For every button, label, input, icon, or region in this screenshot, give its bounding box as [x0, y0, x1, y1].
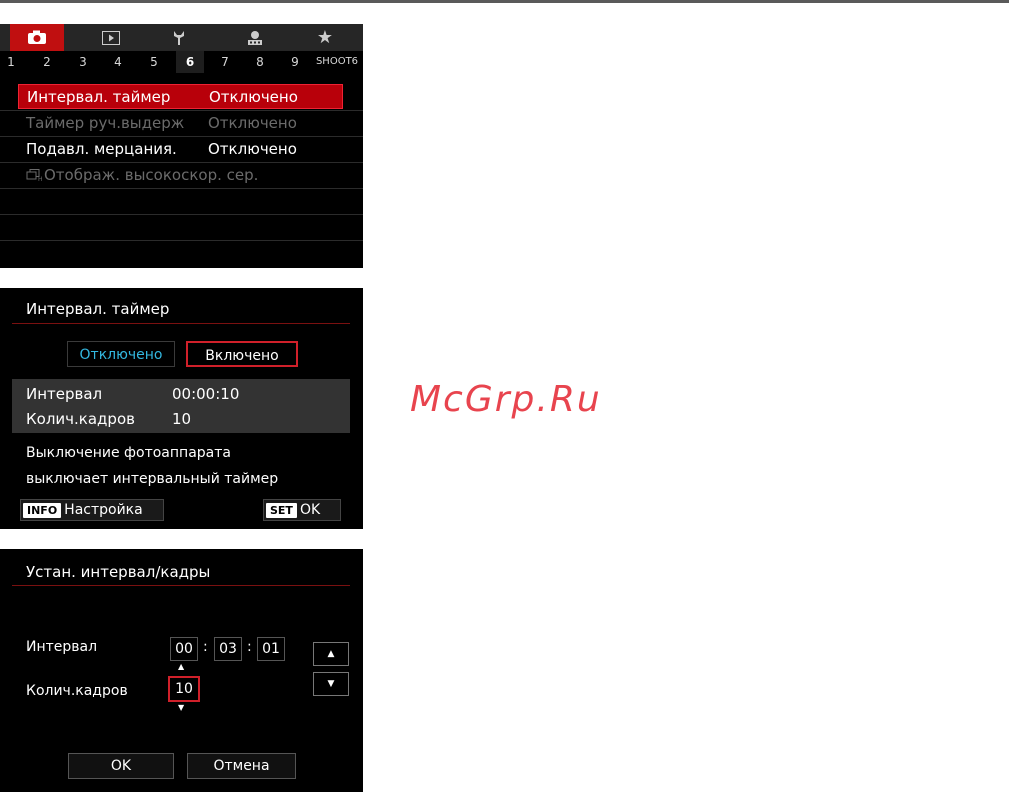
menu-item-bulb-timer[interactable]: Таймер руч.выдерж Отключено: [0, 110, 363, 136]
page-1[interactable]: 1: [4, 51, 18, 73]
title-divider: [12, 585, 350, 586]
menu-item-interval-timer[interactable]: Интервал. таймер Отключено: [18, 84, 343, 109]
menu-item-anti-flicker[interactable]: Подавл. мерцания. Отключено: [0, 136, 363, 162]
camera-icon: [28, 30, 46, 44]
menu-empty-row: [0, 240, 363, 266]
interval-timer-screen: Интервал. таймер Отключено Включено Инте…: [0, 288, 363, 529]
page-8[interactable]: 8: [253, 51, 267, 73]
tab-my-menu[interactable]: ★: [298, 24, 352, 51]
wrench-icon: [174, 30, 184, 45]
page-number-row: 1 2 3 4 5 6 7 8 9 SHOOT6: [0, 51, 363, 73]
frames-label: Колич.кадров: [26, 683, 128, 699]
interval-seconds-field[interactable]: 01: [257, 637, 285, 661]
set-interval-screen: Устан. интервал/кадры Интервал 00 : 03 :…: [0, 549, 363, 792]
interval-label: Интервал: [26, 639, 98, 655]
menu-item-label: Подавл. мерцания.: [26, 140, 177, 158]
svg-text:H: H: [38, 176, 43, 181]
menu-item-high-speed-display[interactable]: H Отображ. высокоскор. сер.: [0, 162, 363, 188]
info-button-label: Настройка: [64, 502, 143, 518]
set-ok-button[interactable]: SET OK: [263, 499, 341, 521]
interval-value: 00:00:10: [172, 385, 240, 403]
page-2[interactable]: 2: [40, 51, 54, 73]
arrow-up-icon: ▲: [327, 649, 335, 659]
arrow-down-icon: ▼: [327, 679, 335, 689]
page-5[interactable]: 5: [147, 51, 161, 73]
watermark-text: McGrp.Ru: [410, 379, 602, 420]
interval-hours-field[interactable]: 00: [170, 637, 198, 661]
custom-function-icon: [248, 30, 262, 45]
screen-title: Интервал. таймер: [26, 300, 170, 318]
menu-tab-bar: ★: [0, 24, 363, 51]
increment-button[interactable]: ▲: [313, 642, 349, 666]
frames-label: Колич.кадров: [26, 410, 135, 428]
frames-value: 10: [172, 410, 192, 428]
page-shoot6-label: SHOOT6: [315, 56, 359, 67]
page-3[interactable]: 3: [76, 51, 90, 73]
up-caret-icon: ▲: [178, 662, 185, 671]
title-divider: [12, 323, 350, 324]
time-separator: :: [247, 639, 252, 655]
tab-playback[interactable]: [84, 24, 138, 51]
menu-empty-row: [0, 188, 363, 214]
menu-item-value: Отключено: [208, 140, 297, 158]
menu-empty-row: [0, 214, 363, 240]
info-settings-button[interactable]: INFO Настройка: [20, 499, 164, 521]
page-9[interactable]: 9: [288, 51, 302, 73]
menu-item-value: Отключено: [209, 88, 298, 106]
tab-custom-functions[interactable]: [228, 24, 282, 51]
continuous-shooting-icon: H: [26, 169, 43, 183]
info-key-badge: INFO: [23, 502, 62, 518]
interval-minutes-field[interactable]: 03: [214, 637, 242, 661]
set-button-label: OK: [299, 502, 321, 518]
menu-item-label: Интервал. таймер: [27, 88, 171, 106]
page-7[interactable]: 7: [218, 51, 232, 73]
tab-setup[interactable]: [152, 24, 206, 51]
shooting-menu-screen: ★ 1 2 3 4 5 6 7 8 9 SHOOT6 Интервал. тай…: [0, 24, 363, 268]
menu-item-value: Отключено: [208, 114, 297, 132]
playback-icon: [102, 30, 120, 45]
set-key-badge: SET: [266, 502, 297, 518]
menu-item-label: Отображ. высокоскор. сер.: [44, 166, 259, 184]
option-enable-button[interactable]: Включено: [186, 341, 298, 367]
menu-item-label: Таймер руч.выдерж: [26, 114, 185, 132]
page-4[interactable]: 4: [111, 51, 125, 73]
tab-shooting[interactable]: [10, 24, 64, 51]
interval-label: Интервал: [26, 385, 103, 403]
down-caret-icon: ▼: [178, 703, 185, 712]
interval-settings-box: Интервал 00:00:10 Колич.кадров 10: [12, 379, 350, 433]
note-line-1: Выключение фотоаппарата: [26, 445, 231, 461]
frames-count-field[interactable]: 10: [168, 676, 200, 702]
star-icon: ★: [316, 27, 334, 48]
ok-button[interactable]: OK: [68, 753, 174, 779]
screen-title: Устан. интервал/кадры: [26, 563, 211, 581]
time-separator: :: [203, 639, 208, 655]
cancel-button[interactable]: Отмена: [187, 753, 296, 779]
top-divider: [0, 0, 1009, 3]
page-6[interactable]: 6: [176, 51, 204, 73]
option-disable-button[interactable]: Отключено: [67, 341, 175, 367]
decrement-button[interactable]: ▼: [313, 672, 349, 696]
note-line-2: выключает интервальный таймер: [26, 471, 279, 487]
